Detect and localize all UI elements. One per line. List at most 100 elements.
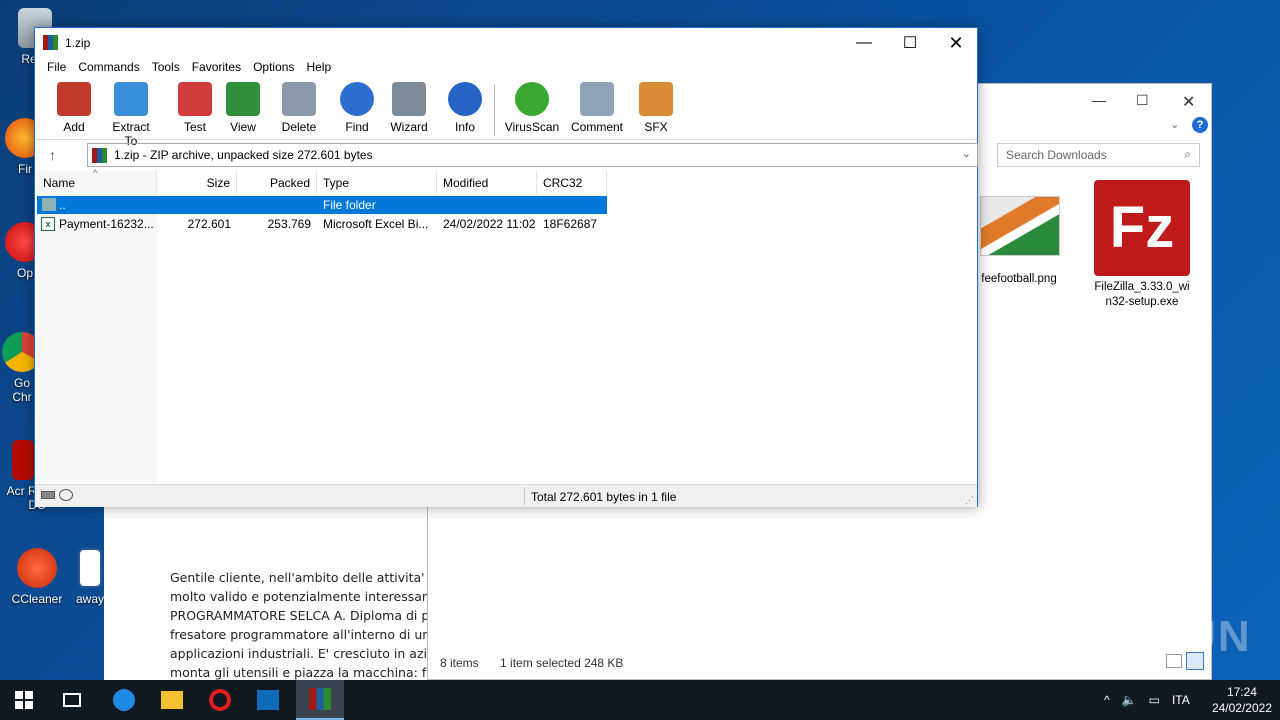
toolbar-label: SFX	[644, 120, 668, 134]
toolbar-button-delete[interactable]: Delete	[279, 82, 319, 134]
trash-icon	[282, 82, 316, 116]
table-row-payment[interactable]: x Payment-16232... 272.601 253.769 Micro…	[37, 215, 607, 233]
network-icon[interactable]: ▭	[1149, 693, 1160, 707]
minimize-icon[interactable]: —	[1092, 92, 1106, 108]
toolbar-label: Delete	[281, 120, 317, 134]
magic-wand-icon	[392, 82, 426, 116]
toolbar-button-wizard[interactable]: Wizard	[389, 82, 429, 134]
extract-folder-icon	[114, 82, 148, 116]
help-icon[interactable]: ?	[1192, 117, 1208, 133]
taskbar-opera[interactable]	[196, 680, 244, 720]
toolbar-label: Add	[63, 120, 85, 134]
menu-file[interactable]: File	[41, 58, 72, 78]
search-placeholder: Search Downloads	[1006, 148, 1107, 162]
opera-icon	[209, 689, 231, 711]
toolbar-label: VirusScan	[504, 120, 560, 134]
row-type: File folder	[323, 198, 376, 212]
toolbar-button-sfx[interactable]: SFX	[636, 82, 676, 134]
window-title: 1.zip	[65, 36, 91, 50]
toolbar-label: Comment	[570, 120, 623, 134]
test-checklist-icon	[178, 82, 212, 116]
row-packed: 253.769	[267, 217, 311, 231]
word-document-icon	[78, 548, 102, 588]
minimize-button[interactable]: —	[841, 28, 887, 58]
menu-help[interactable]: Help	[300, 58, 337, 78]
watermark: ANY RUN	[1038, 612, 1252, 661]
status-divider	[524, 487, 525, 506]
menu-tools[interactable]: Tools	[146, 58, 186, 78]
clock[interactable]: 17:24 24/02/2022	[1212, 684, 1272, 716]
archive-path-field[interactable]: 1.zip - ZIP archive, unpacked size 272.6…	[87, 143, 978, 167]
table-row-parent[interactable]: .. File folder	[37, 196, 607, 214]
column-label: Modified	[443, 176, 489, 190]
clock-time: 17:24	[1226, 685, 1257, 699]
toolbar-button-view[interactable]: View	[223, 82, 263, 134]
maximize-icon[interactable]: ☐	[1136, 92, 1149, 109]
column-header-modified[interactable]: Modified	[437, 171, 537, 195]
chevron-up-icon[interactable]: ^	[1104, 693, 1110, 707]
toolbar-button-comment[interactable]: Comment	[567, 82, 627, 134]
column-header-name[interactable]: Name ^	[37, 168, 157, 195]
maximize-button[interactable]: ☐	[887, 28, 933, 58]
column-header-size[interactable]: Size	[157, 171, 237, 195]
edge-icon	[113, 689, 135, 711]
speaker-icon[interactable]: 🔈	[1122, 693, 1137, 707]
menu-bar: File Commands Tools Favorites Options He…	[35, 58, 977, 78]
chevron-down-icon[interactable]: ⌄	[1170, 118, 1179, 131]
toolbar-button-add[interactable]: Add	[54, 82, 94, 134]
task-view-button[interactable]	[48, 680, 96, 720]
key-icon[interactable]	[59, 489, 73, 501]
toolbar-button-extract-to[interactable]: Extract To	[105, 82, 157, 148]
row-size: 272.601	[187, 217, 231, 231]
taskbar-outlook[interactable]	[244, 680, 292, 720]
toolbar-button-find[interactable]: Find	[337, 82, 377, 134]
search-input[interactable]: Search Downloads ⌕	[997, 143, 1200, 167]
taskbar-edge[interactable]	[100, 680, 148, 720]
toolbar-label: Wizard	[390, 120, 428, 134]
column-header-packed[interactable]: Packed	[237, 171, 317, 195]
desktop-icon-ccleaner[interactable]: CCleaner	[4, 548, 70, 606]
close-button[interactable]: ✕	[933, 28, 979, 58]
explorer-status: 8 items 1 item selected 248 KB	[440, 656, 623, 670]
start-button[interactable]	[0, 680, 48, 720]
menu-commands[interactable]: Commands	[72, 58, 145, 78]
selection-info: 1 item selected 248 KB	[500, 656, 624, 670]
file-thumb-feefootball[interactable]: feefootball.png	[976, 196, 1062, 287]
column-label: Size	[206, 176, 230, 190]
column-label: Packed	[269, 176, 310, 190]
row-name: Payment-16232...	[59, 217, 154, 231]
toolbar: Add Extract To Test View Delete Find Wizard Inf…	[35, 78, 977, 148]
drive-icon[interactable]	[41, 491, 55, 499]
column-label: Type	[323, 176, 350, 190]
title-bar: 1.zip — ☐ ✕	[35, 28, 977, 58]
task-view-icon	[63, 693, 81, 707]
menu-options[interactable]: Options	[247, 58, 300, 78]
taskbar-explorer[interactable]	[148, 680, 196, 720]
toolbar-label: View	[230, 120, 256, 134]
toolbar-button-virusscan[interactable]: VirusScan	[504, 82, 560, 134]
winrar-window: 1.zip — ☐ ✕ File Commands Tools Favorite…	[34, 27, 978, 507]
add-archive-icon	[57, 82, 91, 116]
ccleaner-icon	[17, 548, 57, 588]
acrobat-reader-icon	[12, 440, 34, 480]
taskbar: ^ 🔈 ▭ ITA 17:24 24/02/2022	[0, 680, 1280, 720]
chevron-down-icon[interactable]: ⌄	[962, 147, 971, 160]
close-icon[interactable]: ✕	[1182, 92, 1195, 112]
sfx-box-icon	[639, 82, 673, 116]
toolbar-label: Info	[454, 120, 475, 134]
column-header-type[interactable]: Type	[317, 171, 437, 195]
row-type: Microsoft Excel Bi...	[323, 217, 429, 231]
menu-favorites[interactable]: Favorites	[186, 58, 247, 78]
taskbar-winrar[interactable]	[296, 680, 344, 720]
toolbar-button-test[interactable]: Test	[175, 82, 215, 134]
file-thumb-filezilla[interactable]: Fz FileZilla_3.33.0_wi n32-setup.exe	[1092, 180, 1192, 310]
resize-grip-icon[interactable]: ⋰	[965, 495, 974, 506]
column-header-crc32[interactable]: CRC32	[537, 171, 607, 195]
language-indicator[interactable]: ITA	[1172, 693, 1190, 707]
up-arrow-icon[interactable]: ↑	[49, 147, 56, 163]
file-explorer-icon	[161, 691, 183, 709]
sort-ascending-icon: ^	[93, 168, 98, 178]
toolbar-button-info[interactable]: Info	[445, 82, 485, 134]
desktop-icon-label: away	[75, 592, 104, 606]
row-crc32: 18F62687	[543, 217, 598, 231]
